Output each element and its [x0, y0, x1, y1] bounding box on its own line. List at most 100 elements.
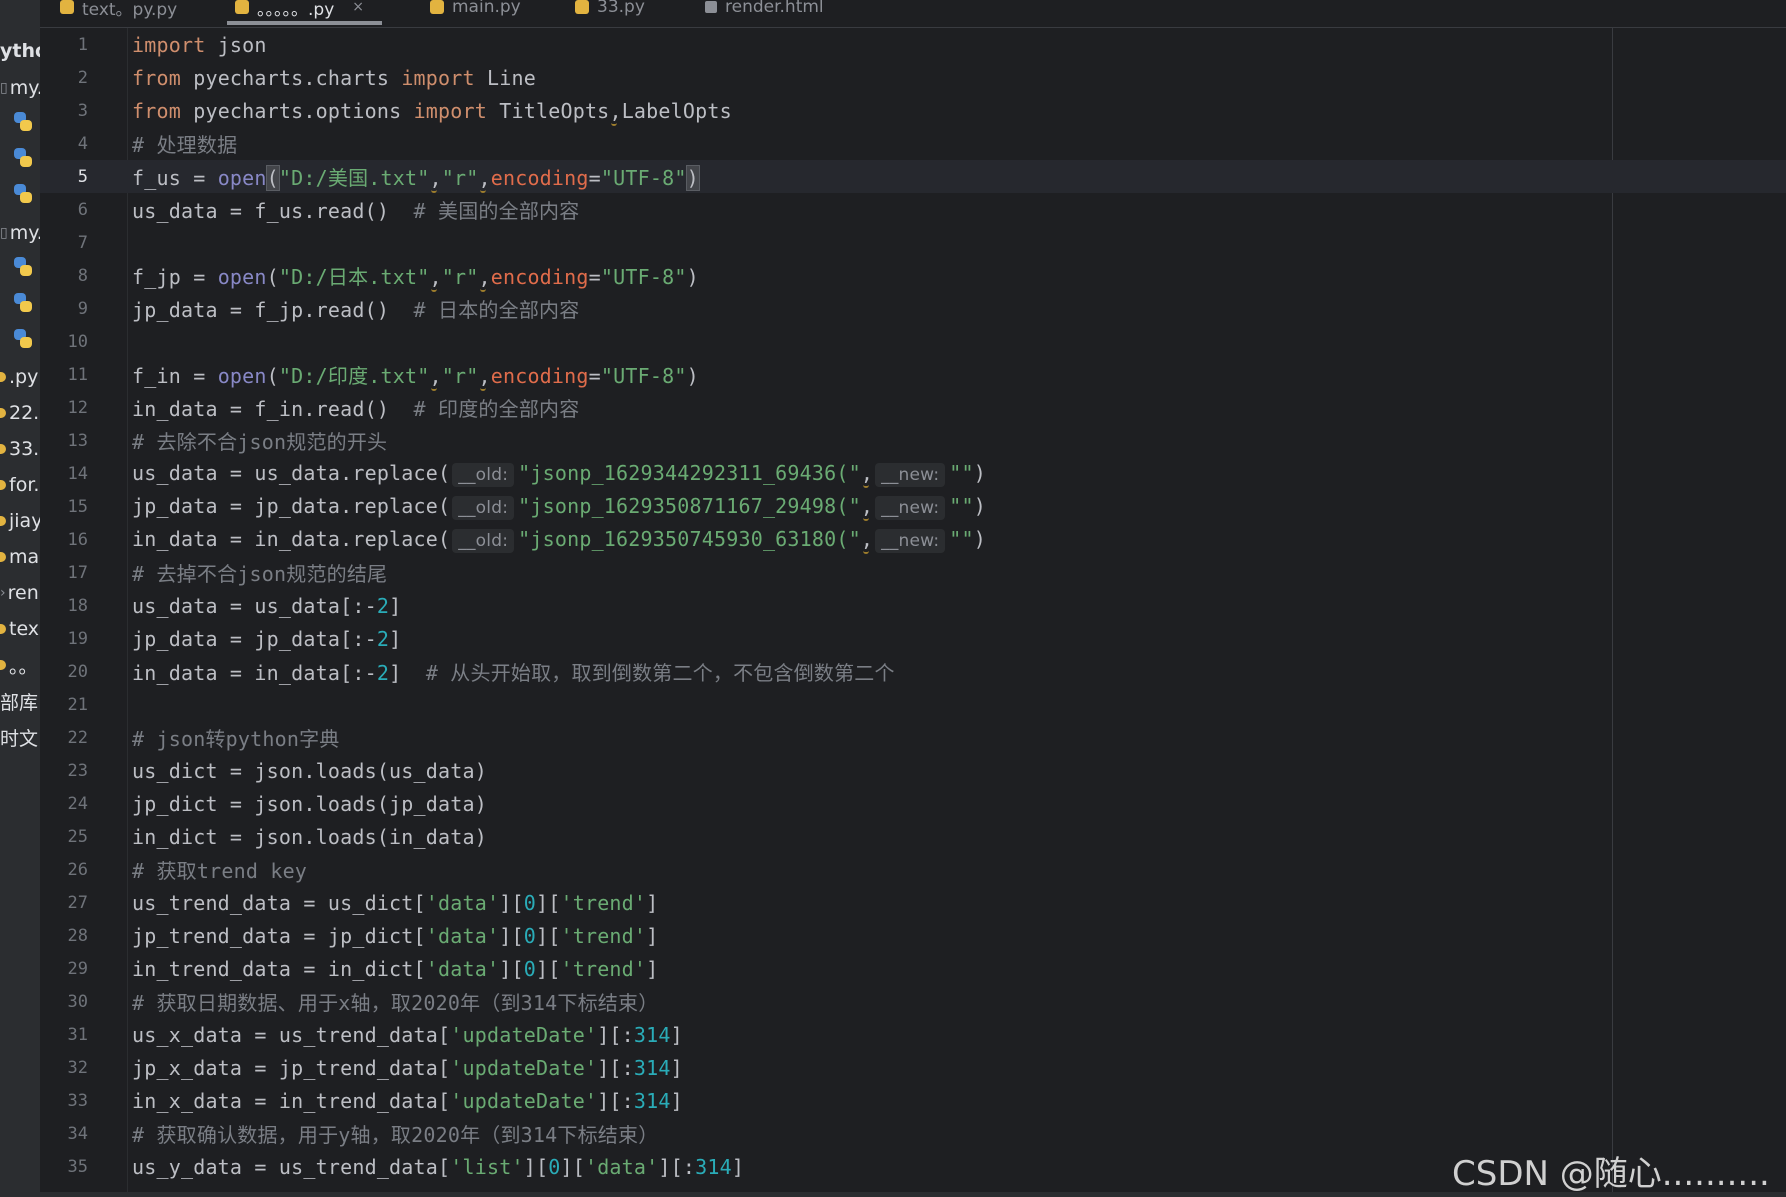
code-line[interactable]: 9 jp_data = f_jp.read() # 日本的全部内容: [40, 292, 1786, 325]
close-icon[interactable]: ×: [352, 0, 364, 15]
python-file-icon: [14, 293, 32, 312]
line-number: 13: [67, 430, 88, 451]
code-line[interactable]: 8 f_jp = open("D:/日本.txt","r",encoding="U…: [40, 259, 1786, 292]
sidebar-item[interactable]: tex: [0, 616, 39, 642]
sidebar-item[interactable]: › ren: [0, 580, 39, 606]
line-number: 7: [77, 232, 88, 253]
code-line[interactable]: 14 us_data = us_data.replace(__old: "jsonp…: [40, 457, 1786, 490]
watermark: CSDN @随心..........: [1452, 1154, 1770, 1194]
sidebar-item[interactable]: ▯ my.: [0, 75, 40, 101]
code-line[interactable]: 25 in_dict = json.loads(in_data): [40, 820, 1786, 853]
code-line[interactable]: 28 jp_trend_data = jp_dict['data'][0]['tr…: [40, 919, 1786, 952]
line-number: 25: [67, 826, 88, 847]
code-text: us_y_data = us_trend_data['list'][0]['da…: [132, 1154, 745, 1179]
code-text: f_us = open("D:/美国.txt","r",encoding="UT…: [132, 165, 700, 191]
parameter-hint: __new:: [875, 495, 946, 520]
line-number: 20: [67, 661, 88, 682]
code-line[interactable]: 26 # 获取trend key: [40, 853, 1786, 886]
code-comment: # 获取trend key: [132, 859, 308, 883]
line-number: 8: [77, 265, 88, 286]
code-line[interactable]: 24 jp_dict = json.loads(jp_data): [40, 787, 1786, 820]
code-comment: # 获取确认数据，用于y轴，取2020年（到314下标结束）: [132, 1123, 659, 1147]
code-line[interactable]: 7: [40, 226, 1786, 259]
folder-icon: ▯: [0, 80, 8, 96]
code-line[interactable]: 20 in_data = in_data[:-2] # 从头开始取，取到倒数第二个…: [40, 655, 1786, 688]
code-line[interactable]: 13 # 去除不合json规范的开头: [40, 424, 1786, 457]
code-comment: # 获取日期数据、用于x轴，取2020年（到314下标结束）: [132, 991, 659, 1015]
sidebar-item[interactable]: .py: [0, 364, 38, 390]
code-line[interactable]: 22 # json转python字典: [40, 721, 1786, 754]
code-line[interactable]: 33 in_x_data = in_trend_data['updateDate'…: [40, 1084, 1786, 1117]
code-line[interactable]: 12 in_data = f_in.read() # 印度的全部内容: [40, 391, 1786, 424]
tab-33-py[interactable]: 33.py: [575, 0, 645, 22]
code-line[interactable]: 32 jp_x_data = jp_trend_data['updateDate'…: [40, 1051, 1786, 1084]
code-editor[interactable]: 1 import json 2 from pyecharts.charts impo…: [40, 28, 1786, 1197]
line-number: 23: [67, 760, 88, 781]
tab-label: render.html: [725, 0, 824, 17]
code-line[interactable]: 10: [40, 325, 1786, 358]
code-line[interactable]: 31 us_x_data = us_trend_data['updateDate'…: [40, 1018, 1786, 1051]
sidebar-item[interactable]: jiay: [0, 508, 40, 534]
code-line[interactable]: 17 # 去掉不合json规范的结尾: [40, 556, 1786, 589]
sidebar-item[interactable]: 。。: [0, 652, 38, 678]
code-text: in_dict = json.loads(in_data): [132, 824, 487, 849]
code-line[interactable]: 30 # 获取日期数据、用于x轴，取2020年（到314下标结束）: [40, 985, 1786, 1018]
python-file-icon: [0, 552, 6, 562]
tab-text-py[interactable]: text。py.py: [60, 0, 177, 22]
python-file-icon: [60, 0, 74, 14]
parameter-hint: __old:: [452, 462, 515, 487]
code-text: import json: [132, 32, 267, 57]
code-line-current[interactable]: 5 f_us = open("D:/美国.txt","r",encoding="U…: [40, 160, 1786, 193]
code-line[interactable]: 6 us_data = f_us.read() # 美国的全部内容: [40, 193, 1786, 226]
line-number: 4: [77, 133, 88, 154]
line-number: 18: [67, 595, 88, 616]
line-number: 24: [67, 793, 88, 814]
code-text: us_dict = json.loads(us_data): [132, 758, 487, 783]
code-line[interactable]: 16 in_data = in_data.replace(__old: "jsonp…: [40, 523, 1786, 556]
code-text: us_data = us_data[:-2]: [132, 593, 402, 618]
sidebar-item[interactable]: for.: [0, 472, 39, 498]
code-line[interactable]: 15 jp_data = jp_data.replace(__old: "jsonp…: [40, 490, 1786, 523]
line-number: 1: [77, 34, 88, 55]
code-line[interactable]: 1 import json: [40, 28, 1786, 61]
tab-main-py[interactable]: main.py: [430, 0, 521, 22]
code-line[interactable]: 2 from pyecharts.charts import Line: [40, 61, 1786, 94]
html-file-icon: ›: [0, 585, 6, 601]
code-line[interactable]: 27 us_trend_data = us_dict['data'][0]['tr…: [40, 886, 1786, 919]
code-line[interactable]: 23 us_dict = json.loads(us_data): [40, 754, 1786, 787]
line-number: 34: [67, 1123, 88, 1144]
sidebar-item[interactable]: ▯ my.: [0, 220, 40, 246]
python-file-icon: [0, 444, 6, 454]
code-line[interactable]: 11 f_in = open("D:/印度.txt","r",encoding="…: [40, 358, 1786, 391]
code-line[interactable]: 19 jp_data = jp_data[:-2]: [40, 622, 1786, 655]
sidebar-item[interactable]: 时文: [0, 724, 38, 750]
code-comment: # 去除不合json规范的开头: [132, 430, 388, 454]
code-text: jp_data = f_jp.read() # 日本的全部内容: [132, 298, 580, 322]
tab-render-html[interactable]: render.html: [705, 0, 824, 22]
sidebar-item[interactable]: 22.: [0, 400, 39, 426]
code-text: us_data = f_us.read() # 美国的全部内容: [132, 199, 580, 223]
code-line[interactable]: 21: [40, 688, 1786, 721]
code-line[interactable]: 4 # 处理数据: [40, 127, 1786, 160]
python-file-icon: [14, 257, 32, 276]
code-text: in_data = f_in.read() # 印度的全部内容: [132, 397, 580, 421]
sidebar-item[interactable]: mai: [0, 544, 40, 570]
code-line[interactable]: 29 in_trend_data = in_dict['data'][0]['tr…: [40, 952, 1786, 985]
tab-label: 。。。。。.py: [257, 0, 335, 20]
sidebar-item[interactable]: 部库: [0, 688, 38, 714]
project-root-item[interactable]: ytho: [0, 38, 40, 64]
python-file-icon: [14, 112, 32, 131]
code-line[interactable]: 3 from pyecharts.options import TitleOpts…: [40, 94, 1786, 127]
code-text: us_x_data = us_trend_data['updateDate'][…: [132, 1022, 683, 1047]
code-text: jp_trend_data = jp_dict['data'][0]['tren…: [132, 923, 659, 948]
line-number: 14: [67, 463, 88, 484]
code-line[interactable]: 18 us_data = us_data[:-2]: [40, 589, 1786, 622]
python-file-icon: [0, 372, 6, 382]
line-number: 6: [77, 199, 88, 220]
python-file-icon: [0, 624, 6, 634]
sidebar-item[interactable]: 33.: [0, 436, 39, 462]
code-text: jp_x_data = jp_trend_data['updateDate'][…: [132, 1055, 683, 1080]
tab-current-file[interactable]: 。。。。。.py ×: [227, 0, 382, 25]
code-text: from pyecharts.options import TitleOpts,…: [132, 98, 732, 123]
tab-label: text。py.py: [82, 0, 178, 20]
